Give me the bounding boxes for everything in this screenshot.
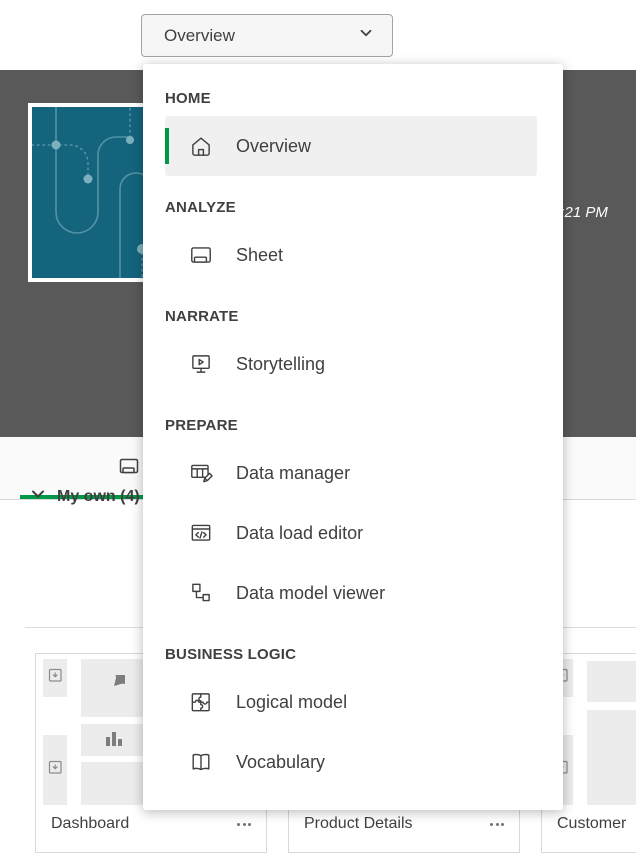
menu-item-overview[interactable]: Overview bbox=[165, 116, 537, 176]
group-header-my-own[interactable]: My own (4) bbox=[30, 486, 140, 507]
menu-item-sheet[interactable]: Sheet bbox=[165, 225, 537, 285]
group-header-label: My own (4) bbox=[57, 488, 140, 506]
data-model-viewer-icon bbox=[188, 580, 214, 606]
bar-chart-icon bbox=[103, 727, 125, 754]
menu-item-vocabulary[interactable]: Vocabulary bbox=[165, 732, 537, 792]
chevron-down-icon bbox=[30, 486, 46, 507]
menu-section-prepare: PREPARE bbox=[165, 417, 563, 434]
menu-item-label: Logical model bbox=[236, 692, 347, 713]
menu-item-label: Data model viewer bbox=[236, 583, 385, 604]
menu-item-data-load-editor[interactable]: Data load editor bbox=[165, 503, 537, 563]
menu-item-label: Storytelling bbox=[236, 354, 325, 375]
thumb-empty-tile bbox=[81, 762, 147, 805]
thumb-filterpane-tile bbox=[43, 659, 67, 697]
menu-section-analyze: ANALYZE bbox=[165, 199, 563, 216]
menu-item-data-model-viewer[interactable]: Data model viewer bbox=[165, 563, 537, 623]
view-selector-dropdown[interactable]: Overview bbox=[141, 14, 393, 57]
active-indicator bbox=[165, 128, 169, 164]
thumb-empty-tile bbox=[587, 661, 636, 702]
pie-chart-icon bbox=[103, 675, 125, 702]
card-context-menu-icon[interactable] bbox=[235, 819, 253, 830]
filterpane-icon bbox=[48, 760, 63, 780]
menu-item-label: Data load editor bbox=[236, 523, 363, 544]
menu-item-label: Data manager bbox=[236, 463, 350, 484]
logical-model-icon bbox=[188, 689, 214, 715]
card-title: Customer bbox=[557, 815, 626, 833]
thumb-pie-tile bbox=[81, 659, 147, 717]
thumb-bar-tile bbox=[81, 724, 147, 756]
data-manager-icon bbox=[188, 460, 214, 486]
menu-section-narrate: NARRATE bbox=[165, 308, 563, 325]
menu-item-logical-model[interactable]: Logical model bbox=[165, 672, 537, 732]
menu-item-label: Overview bbox=[236, 136, 311, 157]
data-load-editor-icon bbox=[188, 520, 214, 546]
menu-item-label: Vocabulary bbox=[236, 752, 325, 773]
thumb-empty-tile bbox=[587, 710, 636, 805]
card-context-menu-icon[interactable] bbox=[488, 819, 506, 830]
storytelling-icon bbox=[188, 351, 214, 377]
card-title: Dashboard bbox=[51, 815, 129, 833]
menu-section-home: HOME bbox=[165, 90, 563, 107]
chevron-down-icon bbox=[358, 25, 374, 46]
menu-section-business-logic: BUSINESS LOGIC bbox=[165, 646, 563, 663]
thumb-filterpane-tile bbox=[43, 735, 67, 805]
card-title: Product Details bbox=[304, 815, 413, 833]
sheet-icon bbox=[117, 454, 141, 483]
menu-item-data-manager[interactable]: Data manager bbox=[165, 443, 537, 503]
filterpane-icon bbox=[48, 668, 63, 688]
menu-item-label: Sheet bbox=[236, 245, 283, 266]
menu-item-storytelling[interactable]: Storytelling bbox=[165, 334, 537, 394]
home-icon bbox=[188, 133, 214, 159]
vocabulary-icon bbox=[188, 749, 214, 775]
sheet-icon bbox=[188, 242, 214, 268]
view-selector-value: Overview bbox=[164, 26, 235, 46]
app-navigation-menu: HOME Overview ANALYZE Sheet NARRATE bbox=[143, 64, 563, 810]
